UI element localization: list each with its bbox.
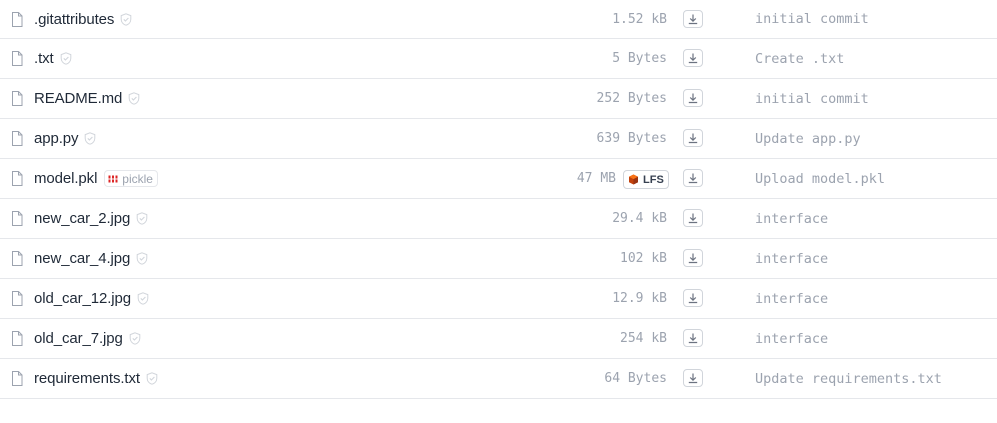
file-name-link[interactable]: requirements.txt: [34, 370, 140, 387]
file-icon: [11, 371, 23, 386]
file-name-link[interactable]: old_car_12.jpg: [34, 290, 131, 307]
commit-message-link[interactable]: Upload model.pkl: [755, 159, 885, 198]
file-name-cell: README.md: [11, 79, 140, 118]
file-icon: [11, 51, 23, 66]
download-icon: [688, 253, 698, 264]
file-size: 29.4 kB: [612, 211, 667, 226]
file-name-cell: app.py: [11, 119, 96, 158]
download-icon: [688, 373, 698, 384]
file-icon: [11, 251, 23, 266]
file-size: 47 MB: [576, 171, 616, 186]
file-row: new_car_2.jpg 29.4 kB interface: [0, 199, 997, 239]
commit-message-link[interactable]: initial commit: [755, 0, 869, 38]
file-name-link[interactable]: app.py: [34, 130, 79, 147]
download-button[interactable]: [683, 129, 703, 147]
file-icon: [11, 11, 23, 27]
download-icon: [688, 213, 698, 224]
download-icon: [688, 293, 698, 304]
file-row: model.pkl pickle 47 MB LFS Upload model.…: [0, 159, 997, 199]
shield-check-icon: [137, 292, 149, 305]
commit-message-link[interactable]: initial commit: [755, 79, 869, 118]
shield-check-icon: [146, 372, 158, 385]
file-name-link[interactable]: new_car_4.jpg: [34, 250, 130, 267]
shield-check-icon: [60, 52, 72, 65]
shield-check-icon: [84, 132, 96, 145]
download-icon: [688, 333, 698, 344]
download-icon: [688, 133, 698, 144]
shield-check-icon: [136, 212, 148, 225]
file-name-cell: new_car_2.jpg: [11, 199, 148, 238]
pickle-badge[interactable]: pickle: [104, 170, 158, 187]
file-row: requirements.txt 64 Bytes Update require…: [0, 359, 997, 399]
pickle-label: pickle: [122, 171, 153, 186]
commit-message-link[interactable]: Create .txt: [755, 39, 844, 78]
file-name-cell: .txt: [11, 39, 72, 78]
file-name-cell: old_car_12.jpg: [11, 279, 149, 318]
download-button[interactable]: [683, 289, 703, 307]
file-row: .gitattributes 1.52 kB initial commit: [0, 0, 997, 39]
file-name-cell: .gitattributes: [11, 0, 132, 38]
commit-message-link[interactable]: interface: [755, 199, 828, 238]
file-size: 254 kB: [620, 331, 667, 346]
file-icon: [11, 131, 23, 146]
commit-message-link[interactable]: interface: [755, 279, 828, 318]
file-list: .gitattributes 1.52 kB initial commit .t…: [0, 0, 997, 399]
download-button[interactable]: [683, 209, 703, 227]
file-name-link[interactable]: .txt: [34, 50, 54, 67]
file-icon: [11, 171, 23, 186]
download-button[interactable]: [683, 89, 703, 107]
file-name-cell: new_car_4.jpg: [11, 239, 148, 278]
download-button[interactable]: [683, 49, 703, 67]
file-size: 5 Bytes: [612, 51, 667, 66]
shield-check-icon: [129, 332, 141, 345]
download-button[interactable]: [683, 369, 703, 387]
download-button[interactable]: [683, 329, 703, 347]
file-name-cell: model.pkl pickle: [11, 159, 158, 198]
download-icon: [688, 53, 698, 64]
file-row: .txt 5 Bytes Create .txt: [0, 39, 997, 79]
shield-check-icon: [136, 252, 148, 265]
file-row: README.md 252 Bytes initial commit: [0, 79, 997, 119]
file-size: 1.52 kB: [612, 11, 667, 27]
file-name-link[interactable]: model.pkl: [34, 170, 97, 187]
file-name-link[interactable]: old_car_7.jpg: [34, 330, 123, 347]
file-icon: [11, 91, 23, 106]
file-icon: [11, 211, 23, 226]
download-icon: [688, 14, 698, 25]
download-icon: [688, 93, 698, 104]
commit-message-link[interactable]: interface: [755, 319, 828, 358]
lfs-label: LFS: [643, 173, 664, 186]
lfs-cube-icon: [628, 174, 639, 185]
shield-check-icon: [128, 92, 140, 105]
file-row: new_car_4.jpg 102 kB interface: [0, 239, 997, 279]
pickle-icon: [108, 174, 118, 184]
commit-message-link[interactable]: interface: [755, 239, 828, 278]
file-name-link[interactable]: .gitattributes: [34, 11, 114, 28]
lfs-badge[interactable]: LFS: [623, 170, 669, 189]
file-size: 102 kB: [620, 251, 667, 266]
download-icon: [688, 173, 698, 184]
download-button[interactable]: [683, 10, 703, 28]
file-icon: [11, 331, 23, 346]
file-name-cell: old_car_7.jpg: [11, 319, 141, 358]
file-size: 639 Bytes: [596, 131, 667, 146]
file-size: 252 Bytes: [596, 91, 667, 106]
file-size: 12.9 kB: [612, 291, 667, 306]
file-name-cell: requirements.txt: [11, 359, 158, 398]
file-icon: [11, 291, 23, 306]
download-button[interactable]: [683, 169, 703, 187]
commit-message-link[interactable]: Update requirements.txt: [755, 359, 942, 398]
file-row: old_car_12.jpg 12.9 kB interface: [0, 279, 997, 319]
shield-check-icon: [120, 12, 132, 26]
file-name-link[interactable]: new_car_2.jpg: [34, 210, 130, 227]
file-row: old_car_7.jpg 254 kB interface: [0, 319, 997, 359]
download-button[interactable]: [683, 249, 703, 267]
file-row: app.py 639 Bytes Update app.py: [0, 119, 997, 159]
file-name-link[interactable]: README.md: [34, 90, 122, 107]
commit-message-link[interactable]: Update app.py: [755, 119, 861, 158]
file-size: 64 Bytes: [604, 371, 667, 386]
